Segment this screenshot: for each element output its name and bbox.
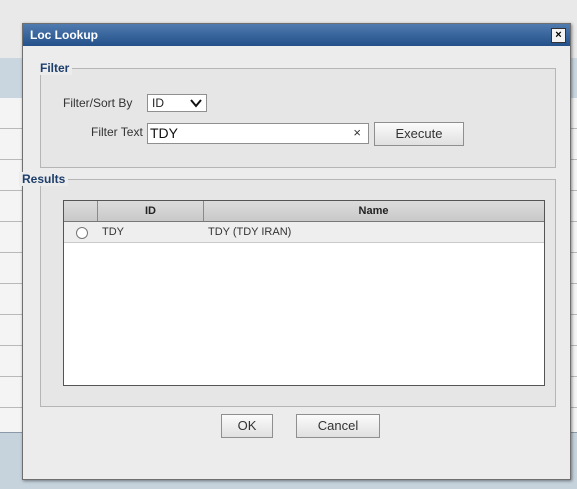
cancel-button[interactable]: Cancel [296, 414, 380, 438]
grid-header-id[interactable]: ID [98, 201, 204, 221]
filter-text-label: Filter Text [91, 125, 143, 139]
results-group: Results ID Name TDY TDY (TDY IRAN) [19, 172, 556, 407]
grid-header-name[interactable]: Name [204, 201, 543, 221]
loc-lookup-dialog: Loc Lookup × Filter Filter/Sort By ID Fi… [19, 23, 571, 480]
filter-text-field[interactable]: × [147, 123, 369, 144]
table-row[interactable]: TDY TDY (TDY IRAN) [64, 222, 544, 243]
close-button[interactable]: × [551, 28, 566, 43]
grid-header: ID Name [64, 201, 544, 222]
row-id-cell: TDY [102, 226, 124, 238]
filter-legend: Filter [37, 61, 73, 75]
ok-button[interactable]: OK [221, 414, 273, 438]
filter-sort-by-label: Filter/Sort By [63, 96, 133, 110]
filter-text-input[interactable] [150, 125, 340, 141]
close-icon: × [555, 29, 562, 41]
row-name-cell: TDY (TDY IRAN) [208, 226, 292, 238]
row-select-radio[interactable] [76, 227, 88, 239]
grid-header-select [64, 201, 98, 221]
chevron-down-icon [190, 99, 202, 108]
filter-sort-by-value: ID [152, 96, 164, 110]
execute-button[interactable]: Execute [374, 122, 464, 146]
filter-group: Filter Filter/Sort By ID Filter Text × E… [37, 61, 556, 168]
results-legend: Results [19, 172, 69, 186]
results-grid: ID Name TDY TDY (TDY IRAN) [63, 200, 545, 386]
dialog-titlebar[interactable]: Loc Lookup × [23, 24, 570, 46]
filter-sort-by-select[interactable]: ID [147, 94, 207, 112]
dialog-title: Loc Lookup [30, 28, 98, 42]
clear-icon[interactable]: × [353, 125, 361, 140]
